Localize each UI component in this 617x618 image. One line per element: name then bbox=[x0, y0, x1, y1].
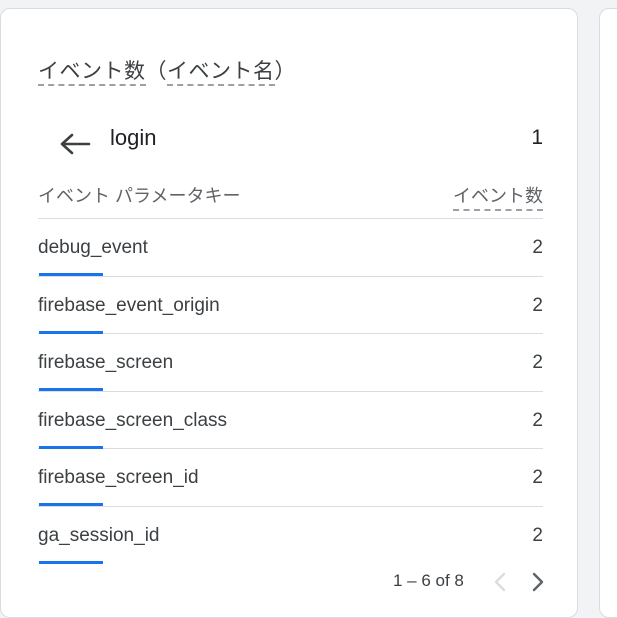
chevron-right-icon[interactable] bbox=[526, 571, 548, 593]
column-header-parameter-key: イベント パラメータキー bbox=[38, 186, 241, 206]
chevron-left-icon[interactable] bbox=[490, 571, 512, 593]
event-name: login bbox=[110, 125, 157, 150]
card-title: イベント数（イベント名） bbox=[38, 55, 296, 86]
column-headers: イベント パラメータキー イベント数 bbox=[38, 182, 543, 219]
event-count-card: イベント数（イベント名） login 1 イベント パラメータキー イベント数 … bbox=[0, 8, 578, 618]
parameter-event-count: 2 bbox=[532, 409, 543, 431]
parameter-event-count: 2 bbox=[532, 352, 543, 373]
list-item[interactable]: debug_event 2 bbox=[38, 219, 543, 277]
list-item[interactable]: firebase_screen_id 2 bbox=[38, 449, 543, 507]
list-item[interactable]: firebase_screen_class 2 bbox=[38, 392, 543, 449]
parameter-key-label: firebase_screen_id bbox=[38, 467, 199, 488]
parameter-key-label: firebase_screen_class bbox=[38, 409, 228, 431]
event-total-count: 1 bbox=[531, 126, 543, 149]
parameter-key-label: debug_event bbox=[38, 237, 148, 258]
parameter-key-label: ga_session_id bbox=[38, 524, 160, 546]
list-item[interactable]: firebase_screen 2 bbox=[38, 334, 543, 392]
title-dimension[interactable]: イベント名 bbox=[167, 60, 275, 86]
arrow-back-icon[interactable] bbox=[58, 131, 92, 157]
column-header-event-count[interactable]: イベント数 bbox=[453, 182, 543, 211]
parameter-event-count: 2 bbox=[532, 467, 543, 488]
title-metric[interactable]: イベント数 bbox=[38, 60, 146, 86]
parameter-list: debug_event 2 firebase_event_origin 2 fireba… bbox=[38, 219, 543, 564]
share-bar bbox=[39, 560, 103, 564]
pagination-range: 1 – 6 of 8 bbox=[393, 571, 464, 590]
title-paren-close: ） bbox=[274, 60, 296, 83]
list-item[interactable]: ga_session_id 2 bbox=[38, 507, 543, 565]
parameter-event-count: 2 bbox=[532, 524, 543, 546]
drilldown-header: login 1 bbox=[38, 119, 543, 159]
parameter-event-count: 2 bbox=[532, 237, 543, 258]
adjacent-card bbox=[599, 8, 617, 618]
parameter-key-label: firebase_event_origin bbox=[38, 294, 220, 316]
title-paren-open: （ bbox=[145, 60, 167, 83]
parameter-key-label: firebase_screen bbox=[38, 352, 174, 373]
parameter-event-count: 2 bbox=[532, 294, 543, 316]
list-item[interactable]: firebase_event_origin 2 bbox=[38, 277, 543, 334]
